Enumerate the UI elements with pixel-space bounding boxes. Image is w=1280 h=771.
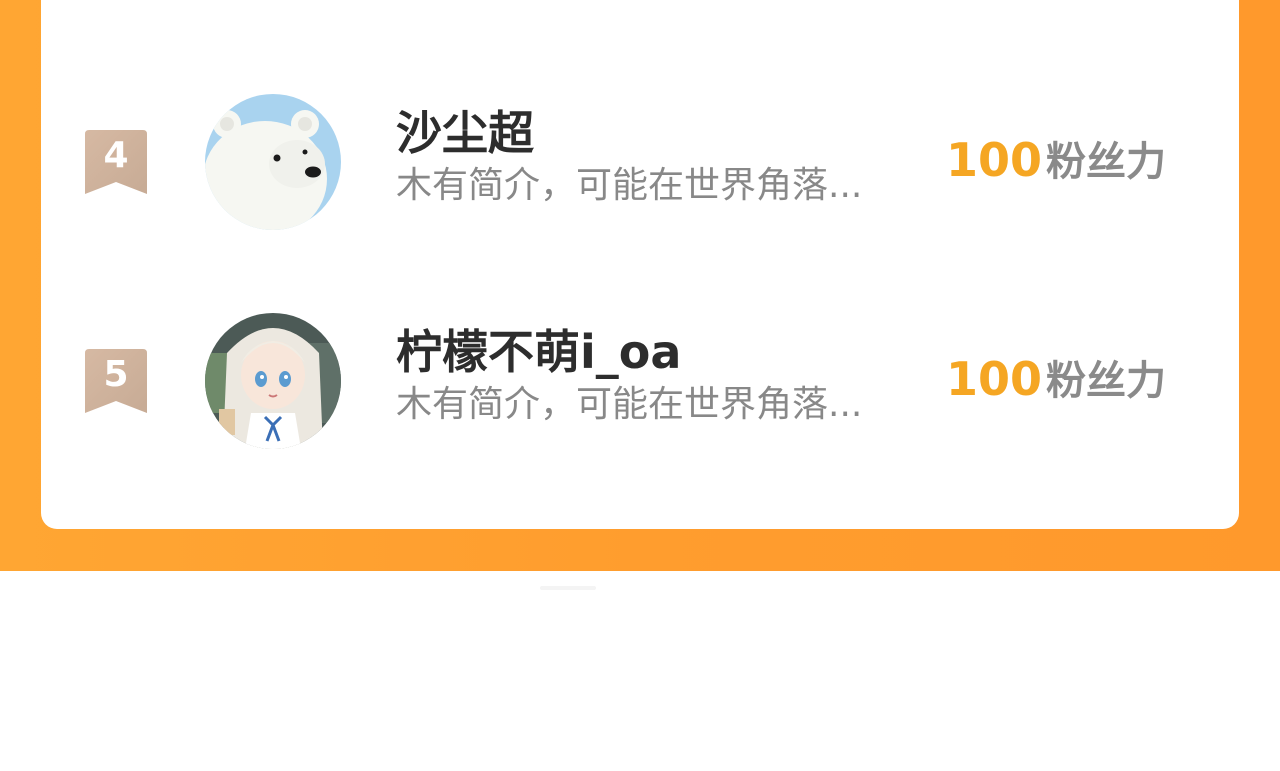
rank-number: 5 — [103, 354, 129, 395]
fan-power-score: 100 — [946, 352, 1043, 406]
user-name[interactable]: 柠檬不萌i_oa — [396, 326, 681, 378]
anime-girl-avatar-icon[interactable] — [205, 313, 341, 449]
fan-power-label: 粉丝力 — [1046, 139, 1166, 185]
user-name[interactable]: 沙尘超 — [396, 107, 534, 159]
user-bio: 木有简介，可能在世界角落... — [396, 384, 863, 425]
fan-power-label: 粉丝力 — [1046, 358, 1166, 404]
ranking-row[interactable]: 4 沙尘超 木有简介，可能在世界角落... 100 粉丝力 — [0, 92, 1280, 232]
rank-ribbon-icon: 5 — [85, 349, 147, 413]
rank-number: 4 — [103, 135, 129, 176]
polar-bear-avatar-icon[interactable] — [205, 94, 341, 230]
home-indicator — [540, 586, 596, 590]
fan-power-score: 100 — [946, 133, 1043, 187]
user-bio: 木有简介，可能在世界角落... — [396, 165, 863, 206]
ranking-row[interactable]: 5 柠檬不萌i_oa 木有简介，可能在世界角落... 100 粉丝力 — [0, 311, 1280, 451]
rank-ribbon-icon: 4 — [85, 130, 147, 194]
